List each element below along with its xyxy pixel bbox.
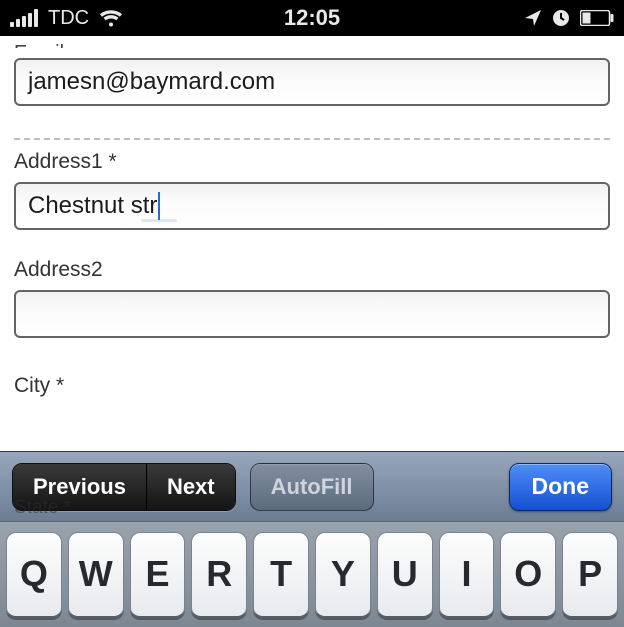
carrier-label: TDC <box>48 7 89 30</box>
address2-label: Address2 <box>14 258 610 282</box>
key-r[interactable]: R <box>191 532 247 618</box>
text-cursor <box>158 192 160 220</box>
state-label-peek: State * <box>14 497 71 519</box>
keyboard-accessory-bar: Previous Next AutoFill Done State * <box>0 451 624 521</box>
key-w[interactable]: W <box>68 532 124 618</box>
battery-icon <box>580 10 614 26</box>
key-p[interactable]: P <box>562 532 618 618</box>
address1-field[interactable]: Chestnut str <box>14 182 610 230</box>
autofill-button[interactable]: AutoFill <box>250 463 374 511</box>
email-label-clipped: Email <box>14 42 610 48</box>
location-icon <box>524 9 542 27</box>
next-button[interactable]: Next <box>146 464 235 510</box>
status-time: 12:05 <box>284 5 340 31</box>
key-u[interactable]: U <box>377 532 433 618</box>
clock-icon <box>552 9 570 27</box>
address2-field[interactable] <box>14 290 610 338</box>
email-field[interactable]: jamesn@baymard.com <box>14 58 610 106</box>
wifi-icon <box>99 9 123 27</box>
email-value: jamesn@baymard.com <box>28 68 275 96</box>
form-page: Email jamesn@baymard.com Address1 * Ches… <box>0 42 624 398</box>
key-i[interactable]: I <box>439 532 495 618</box>
keyboard-row-1: Q W E R T Y U I O P <box>0 521 624 627</box>
done-button[interactable]: Done <box>509 463 613 511</box>
key-e[interactable]: E <box>130 532 186 618</box>
keyboard-region: Previous Next AutoFill Done State * Q W … <box>0 451 624 627</box>
address1-label: Address1 * <box>14 150 610 174</box>
signal-icon <box>10 9 38 27</box>
key-o[interactable]: O <box>500 532 556 618</box>
key-q[interactable]: Q <box>6 532 62 618</box>
autocorrect-underline <box>141 219 177 222</box>
status-bar: TDC 12:05 <box>0 0 624 36</box>
section-divider <box>14 138 610 140</box>
key-y[interactable]: Y <box>315 532 371 618</box>
key-t[interactable]: T <box>253 532 309 618</box>
city-label: City * <box>14 374 610 398</box>
address1-value: Chestnut str <box>28 192 157 220</box>
